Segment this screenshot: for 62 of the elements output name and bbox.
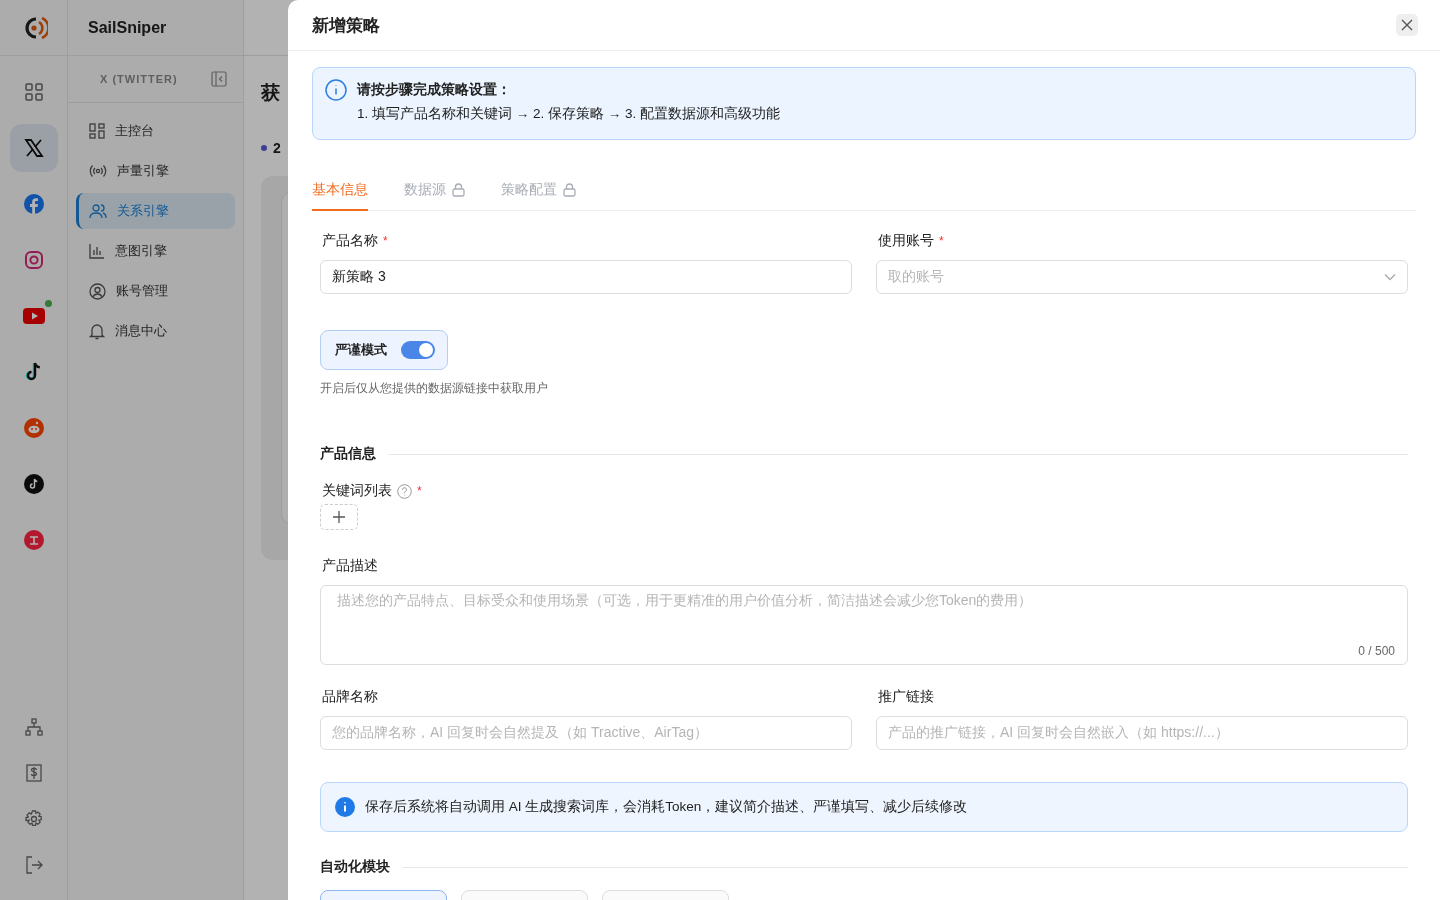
lock-icon [563,183,576,197]
notice-text: 1. 填写产品名称和关键词 → 2. 保存策略 → 3. 配置数据源和高级功能 [357,105,781,123]
required-mark: * [417,484,422,498]
sidebar-item[interactable]: 意图引擎 [76,233,235,269]
drawer-title: 新增策略 [312,14,380,37]
users-icon [89,203,107,219]
help-icon[interactable] [397,483,412,499]
switch-label: 严谨模式 [335,341,387,359]
x-logo-icon [23,138,44,158]
required-mark: * [383,234,388,248]
sidebar-item[interactable]: 声量引擎 [76,153,235,189]
logout-icon[interactable] [24,856,43,874]
sidebar-item[interactable]: 账号管理 [76,273,235,309]
field-label: 关键词列表 [322,482,392,500]
dashboard-icon [89,123,105,139]
field-label: 推广链接 [878,688,934,706]
bell-icon [89,322,105,340]
add-keyword-button[interactable] [320,504,358,530]
required-mark: * [939,234,944,248]
info-icon [325,79,347,101]
section-heading: 产品信息 [320,445,376,463]
chevron-down-icon [1384,273,1396,281]
close-button[interactable] [1396,14,1418,36]
hint-text: 开启后仅从您提供的数据源链接中获取用户 [320,380,549,397]
reddit-icon [23,418,44,438]
rednote-icon [23,530,44,550]
field-label: 使用账号 [878,232,934,250]
tab[interactable]: 基本信息 [312,181,368,211]
character-counter: 0 / 500 [1358,644,1395,658]
music-note-icon [23,474,44,494]
description-textarea[interactable]: 描述您的产品特点、目标受众和使用场景（可选，用于更精准的用户价值分析，简洁描述会减少您Token的费用） 0 / 500 [320,585,1408,665]
input-field[interactable]: 新策略 3 [320,260,852,294]
user-circle-icon [89,282,106,300]
count-text: 2 [273,140,281,156]
field-label: 品牌名称 [322,688,378,706]
youtube-icon [22,308,45,324]
toggle-switch[interactable] [401,341,435,359]
info-icon [335,797,355,817]
instagram-icon [23,250,44,270]
grid-icon [23,82,44,102]
section-heading: 自动化模块 [320,858,390,876]
status-dot [261,145,267,151]
platform-button[interactable] [9,124,58,172]
broadcast-icon [89,163,107,179]
notice-title: 请按步骤完成策略设置： [357,81,512,99]
alert-text: 保存后系统将自动调用 AI 生成搜索词库，会消耗Token，建议简介描述、严谨填写、减少后续修改 [365,798,968,816]
sitemap-icon[interactable] [24,718,43,736]
billing-icon[interactable] [25,764,42,782]
collapse-sidebar-icon[interactable] [211,71,227,87]
sidebar-item[interactable]: 主控台 [76,113,235,149]
settings-icon[interactable] [24,810,43,828]
section-label: X (TWITTER) [100,73,178,85]
field-label: 产品描述 [322,557,378,575]
close-icon [1401,19,1413,31]
lock-icon [452,183,465,197]
app-name: SailSniper [88,18,167,37]
page-title: 获 [261,81,280,105]
field-label: 产品名称 [322,232,378,250]
sidebar-item[interactable]: 消息中心 [76,313,235,349]
plus-icon [333,511,345,523]
bar-chart-icon [89,243,105,259]
facebook-icon [23,194,44,214]
